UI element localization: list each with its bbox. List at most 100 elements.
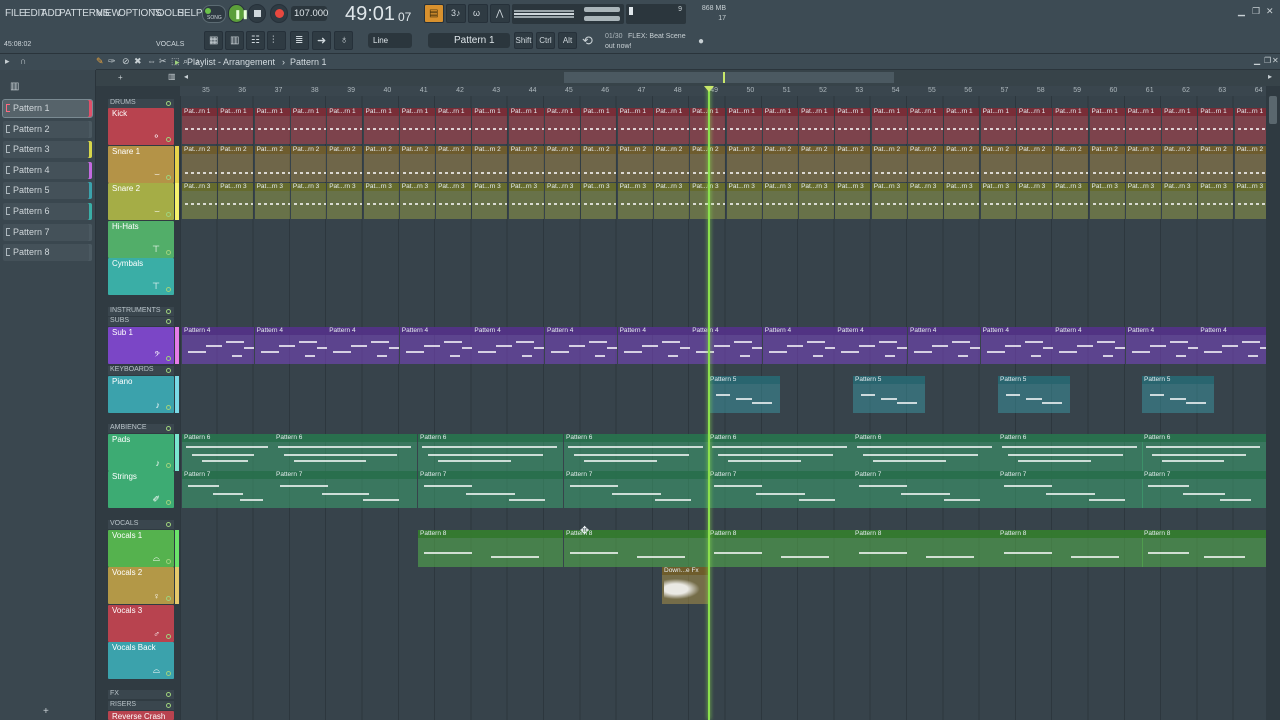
clip-sub[interactable]: Pattern 4 [327, 327, 400, 364]
track-enable-led[interactable] [166, 212, 171, 217]
clip-kick[interactable]: Pat...rn 1 [1234, 108, 1266, 144]
clip-snare2[interactable]: Pat...rn 3 [1125, 183, 1161, 219]
track-enable-led[interactable] [166, 463, 171, 468]
tool-slip-icon[interactable]: ⇔ [147, 56, 156, 66]
group-header-drums[interactable]: DRUMS [108, 99, 174, 108]
clip-vocals[interactable]: Pattern 8 [853, 530, 998, 567]
clip-kick[interactable]: Pat...rn 1 [617, 108, 653, 144]
clip-strings[interactable]: Pattern 7 [708, 471, 853, 508]
track-enable-led[interactable] [166, 671, 171, 676]
track-enable-led[interactable] [166, 356, 171, 361]
track-vocals-back[interactable]: Vocals Back ⌓ [108, 642, 174, 679]
group-enable-led[interactable] [166, 309, 171, 314]
clip-sub[interactable]: Pattern 4 [1198, 327, 1266, 364]
clip-snare2[interactable]: Pat...rn 3 [726, 183, 762, 219]
clip-sub[interactable]: Pattern 4 [980, 327, 1053, 364]
clip-snare2[interactable]: Pat...rn 3 [871, 183, 907, 219]
clip-kick[interactable]: Pat...rn 1 [908, 108, 943, 144]
news-panel[interactable]: ⟲ 01/30 FLEX: Beat Scene out now! ● [580, 30, 712, 52]
view-mixer-button[interactable]: ⫶ [267, 31, 286, 50]
view-channelrack-button[interactable]: ☷ [246, 31, 265, 50]
clip-snare2[interactable]: Pat...rn 3 [581, 183, 617, 219]
overview-view-icon[interactable]: ▥ [168, 72, 176, 81]
clip-sub[interactable]: Pattern 4 [617, 327, 690, 364]
loop-record-button[interactable]: ⋀ [490, 4, 510, 23]
clip-snare1[interactable]: Pat...rn 2 [254, 146, 290, 182]
clip-snare1[interactable]: Pat...rn 2 [1089, 146, 1125, 182]
vertical-scrollbar[interactable] [1266, 86, 1280, 720]
alt-button[interactable]: Alt [558, 32, 577, 49]
group-header-keyboards[interactable]: KEYBOARDS [108, 366, 174, 375]
clip-snare2[interactable]: Pat...rn 3 [944, 183, 980, 219]
clip-pads[interactable]: Pattern 6 [998, 434, 1143, 471]
clip-strings[interactable]: Pattern 7 [564, 471, 709, 508]
clip-kick[interactable]: Pat...rn 1 [545, 108, 580, 144]
snap-selector[interactable]: Line [368, 33, 412, 48]
record-button[interactable] [270, 4, 288, 23]
track-enable-led[interactable] [166, 634, 171, 639]
clip-kick[interactable]: Pat...rn 1 [980, 108, 1016, 144]
clip-kick[interactable]: Pat...rn 1 [472, 108, 508, 144]
clip-sub[interactable]: Pattern 4 [1053, 327, 1126, 364]
group-header-vocals[interactable]: VOCALS [108, 520, 174, 529]
clip-kick[interactable]: Pat...rn 1 [1125, 108, 1161, 144]
clip-snare1[interactable]: Pat...rn 2 [436, 146, 472, 182]
arrow-right-icon[interactable]: ▸ [5, 56, 10, 67]
clip-snare2[interactable]: Pat...rn 3 [1234, 183, 1266, 219]
clip-kick[interactable]: Pat...rn 1 [182, 108, 217, 144]
globe-icon[interactable]: ● [698, 36, 704, 47]
clip-snare1[interactable]: Pat...rn 2 [290, 146, 326, 182]
playlist-max-icon[interactable]: ❐ [1264, 56, 1271, 65]
tempo-display[interactable]: 107.000 [291, 6, 328, 21]
clip-snare2[interactable]: Pat...rn 3 [908, 183, 943, 219]
clip-sub[interactable]: Pattern 4 [762, 327, 835, 364]
group-enable-led[interactable] [166, 703, 171, 708]
clip-snare2[interactable]: Pat...rn 3 [399, 183, 435, 219]
song-mode-toggle[interactable]: SONG [202, 5, 226, 23]
view-browser-button[interactable]: ≣ [290, 31, 309, 50]
pattern-item-8[interactable]: Pattern 8 [3, 244, 92, 262]
master-pitch-slider[interactable] [584, 16, 620, 21]
clip-kick[interactable]: Pat...rn 1 [254, 108, 290, 144]
track-enable-led[interactable] [166, 559, 171, 564]
tool-delete-icon[interactable]: ⊘ [122, 56, 130, 67]
clip-kick[interactable]: Pat...rn 1 [944, 108, 980, 144]
clip-kick[interactable]: Pat...rn 1 [399, 108, 435, 144]
clip-strings[interactable]: Pattern 7 [274, 471, 417, 508]
clip-snare1[interactable]: Pat...rn 2 [835, 146, 871, 182]
clip-snare1[interactable]: Pat...rn 2 [472, 146, 508, 182]
group-header-ambience[interactable]: AMBIENCE [108, 424, 174, 433]
clip-kick[interactable]: Pat...rn 1 [1198, 108, 1234, 144]
clip-kick[interactable]: Pat...rn 1 [508, 108, 544, 144]
clip-snare2[interactable]: Pat...rn 3 [290, 183, 326, 219]
clip-pads[interactable]: Pattern 6 [853, 434, 998, 471]
tool-brush-icon[interactable]: ✑ [108, 56, 116, 67]
track-kick[interactable]: Kick ⚬ [108, 108, 174, 145]
clip-snare2[interactable]: Pat...rn 3 [472, 183, 508, 219]
clip-snare2[interactable]: Pat...rn 3 [762, 183, 798, 219]
arrangement-grid[interactable]: Pat...rn 1 Pat...rn 1 Pat...rn 1 Pat...rn 1… [180, 96, 1266, 720]
clip-snare1[interactable]: Pat...rn 2 [617, 146, 653, 182]
clip-snare1[interactable]: Pat...rn 2 [980, 146, 1016, 182]
menu-file[interactable]: FILE [5, 8, 26, 19]
clip-sub[interactable]: Pattern 4 [254, 327, 327, 364]
clip-snare1[interactable]: Pat...rn 2 [327, 146, 363, 182]
metronome-button[interactable]: 3♪ [446, 4, 466, 23]
view-plugin-button[interactable]: ➜ [312, 31, 331, 50]
clip-kick[interactable]: Pat...rn 1 [799, 108, 835, 144]
clip-kick[interactable]: Pat...rn 1 [363, 108, 399, 144]
vertical-scroll-thumb[interactable] [1269, 96, 1277, 124]
clip-snare2[interactable]: Pat...rn 3 [1016, 183, 1052, 219]
master-volume-slider[interactable] [584, 7, 620, 12]
group-enable-led[interactable] [166, 522, 171, 527]
group-header-subs[interactable]: SUBS [108, 317, 174, 326]
clip-kick[interactable]: Pat...rn 1 [871, 108, 907, 144]
clip-sub[interactable]: Pattern 4 [545, 327, 617, 364]
clip-kick[interactable]: Pat...rn 1 [1089, 108, 1125, 144]
clip-snare2[interactable]: Pat...rn 3 [363, 183, 399, 219]
clip-sub[interactable]: Pattern 4 [472, 327, 545, 364]
track-snare-1[interactable]: Snare 1 ⌣ [108, 146, 174, 183]
playlist-play-icon[interactable]: ▸ [175, 57, 180, 68]
track-enable-led[interactable] [166, 405, 171, 410]
clip-sub[interactable]: Pattern 4 [399, 327, 472, 364]
